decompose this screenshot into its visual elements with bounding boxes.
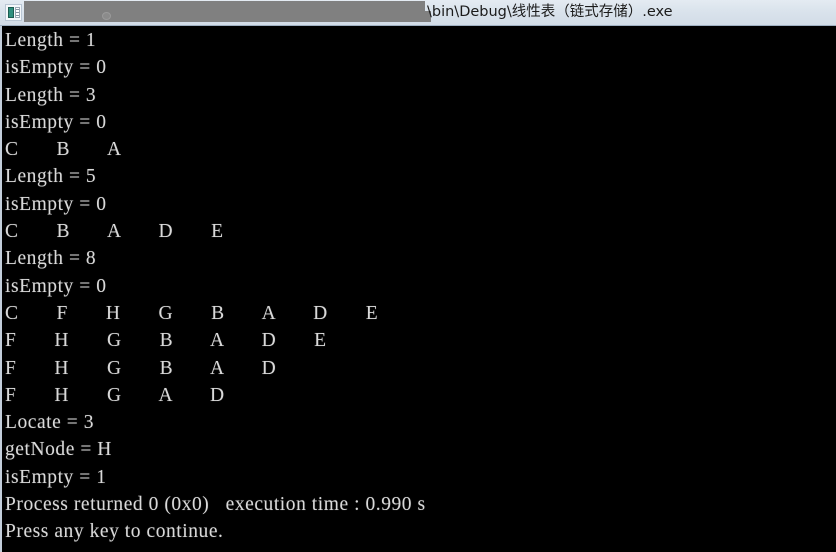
window-title: \bin\Debug\线性表（链式存储）.exe xyxy=(427,4,673,20)
application-icon xyxy=(5,4,22,21)
console-window: \bin\Debug\线性表（链式存储）.exe Length = 1 isEm… xyxy=(0,0,836,552)
redaction-dot xyxy=(102,12,111,20)
window-titlebar[interactable]: \bin\Debug\线性表（链式存储）.exe xyxy=(0,0,836,26)
application-icon-line-2 xyxy=(16,12,19,13)
application-icon-line-3 xyxy=(16,15,19,16)
application-icon-line-1 xyxy=(16,9,19,10)
console-output-area[interactable]: Length = 1 isEmpty = 0 Length = 3 isEmpt… xyxy=(0,26,836,552)
redacted-path-overlay xyxy=(24,1,431,22)
application-icon-glyph-left xyxy=(8,7,14,18)
console-text: Length = 1 isEmpty = 0 Length = 3 isEmpt… xyxy=(5,30,426,543)
